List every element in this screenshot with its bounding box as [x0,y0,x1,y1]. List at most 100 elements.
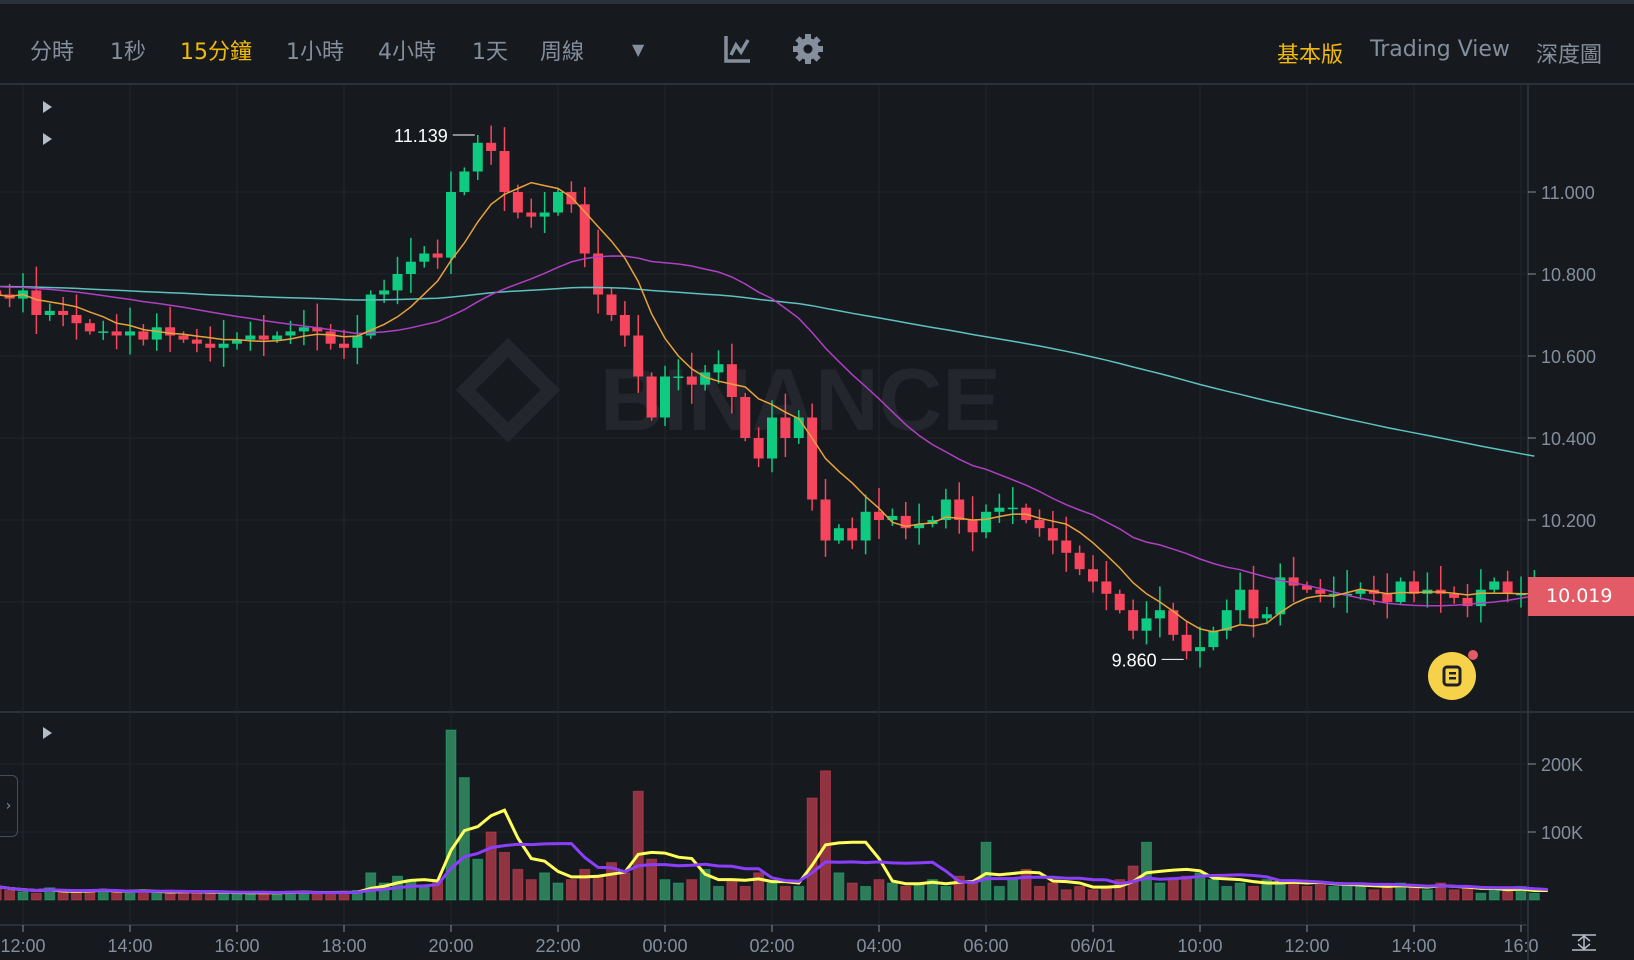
news-button[interactable] [1428,650,1478,700]
volume-bar [1047,882,1059,901]
candle-body [1275,577,1286,615]
time-label: 06:00 [963,936,1008,956]
volume-bar [1221,885,1233,901]
candle-body [71,315,82,324]
volume-bar [57,891,69,901]
time-label: 16:0 [1503,936,1538,956]
candle-body [526,212,537,217]
candle-body [1395,581,1406,602]
candle-body [285,331,296,336]
candle-body [178,335,189,340]
low-label: 9.860 [1112,650,1157,670]
volume-bar [1020,868,1032,901]
price-label: 10.200 [1541,511,1596,531]
volume-bar [686,879,698,901]
candle-body [539,212,550,217]
volume-bar [1060,889,1072,901]
volume-bar [1421,889,1433,901]
volume-bar [1448,889,1460,901]
candle-body [419,253,430,262]
candle-body [298,327,309,332]
volume-bar [1248,885,1259,901]
time-label: 06/01 [1070,936,1115,956]
notification-dot [1468,650,1478,660]
volume-bar [151,892,163,901]
volume-bar [1301,885,1313,901]
volume-bar [30,892,42,901]
candle-body [994,507,1005,512]
candle-body [325,331,336,344]
candle-body [272,335,283,340]
candle-body [646,376,657,418]
volume-bar [485,831,497,901]
candle-body [967,520,978,533]
candle-body [1047,528,1058,541]
volume-bar [17,891,29,901]
volume-bar [552,882,564,901]
volume-bar [886,882,898,901]
candle-body [405,261,416,274]
volume-bar [1528,892,1540,901]
volume-bar [1314,882,1326,901]
candle-body [780,417,791,438]
price-label: 11.000 [1541,183,1595,203]
expand-panel-button[interactable]: › [0,775,18,837]
time-label: 04:00 [856,936,901,956]
volume-bar [71,892,82,901]
candle-body [472,142,483,172]
collapse-arrow-icon [43,727,52,739]
candlestick-chart[interactable]: 12:00 14:00 16:00 18:00 20:00 22:00 00:00 02:00… [0,0,1634,960]
volume-bar [512,868,524,901]
candle-body [713,364,724,373]
candle-body [606,294,617,315]
watermark-logo-icon [455,337,561,443]
candle-body [111,331,122,336]
candle-body [807,417,818,500]
candle-body [125,331,135,336]
volume-bar [592,875,604,901]
high-label: 11.139 [394,126,448,146]
candle-body [833,528,844,541]
candle-body [151,327,162,340]
collapse-arrow-icon [43,133,52,145]
candle-body [1382,593,1393,602]
candle-body [1074,552,1085,570]
time-label: 18:00 [321,936,366,956]
candle-body [432,253,443,258]
candle-body [1034,520,1045,529]
candle-body [847,528,858,541]
volume-bar [806,797,818,901]
candle-body [191,339,202,344]
candle-body [339,343,349,348]
volume-bar [111,891,123,901]
candle-body [1288,577,1299,586]
candle-body [245,335,256,340]
volume-bar [1502,889,1514,901]
candle-body [512,192,523,213]
volume-bar [980,841,992,901]
volume-bar [1087,889,1099,901]
volume-bar [993,885,1005,901]
time-label: 12:00 [0,936,45,956]
candle-body [446,192,456,258]
candle-body [379,290,390,295]
candle-body [1101,581,1112,594]
candle-body [1141,618,1152,631]
candle-body [352,335,363,348]
volume-bar [967,882,979,901]
volume-bar [619,872,631,901]
candle-body [31,290,42,315]
volume-bar [713,885,724,901]
volume-bar [779,885,791,901]
volume-bar [472,858,484,901]
volume-bar [726,879,738,901]
volume-bar [873,879,885,901]
candle-body [660,376,670,418]
candle-body [1489,581,1500,590]
volume-bar [499,851,510,901]
volume-bar [405,879,417,901]
candle-body [1208,630,1219,648]
candle-body [726,364,737,397]
volume-bar [1181,875,1193,901]
volume-bar [4,889,16,901]
